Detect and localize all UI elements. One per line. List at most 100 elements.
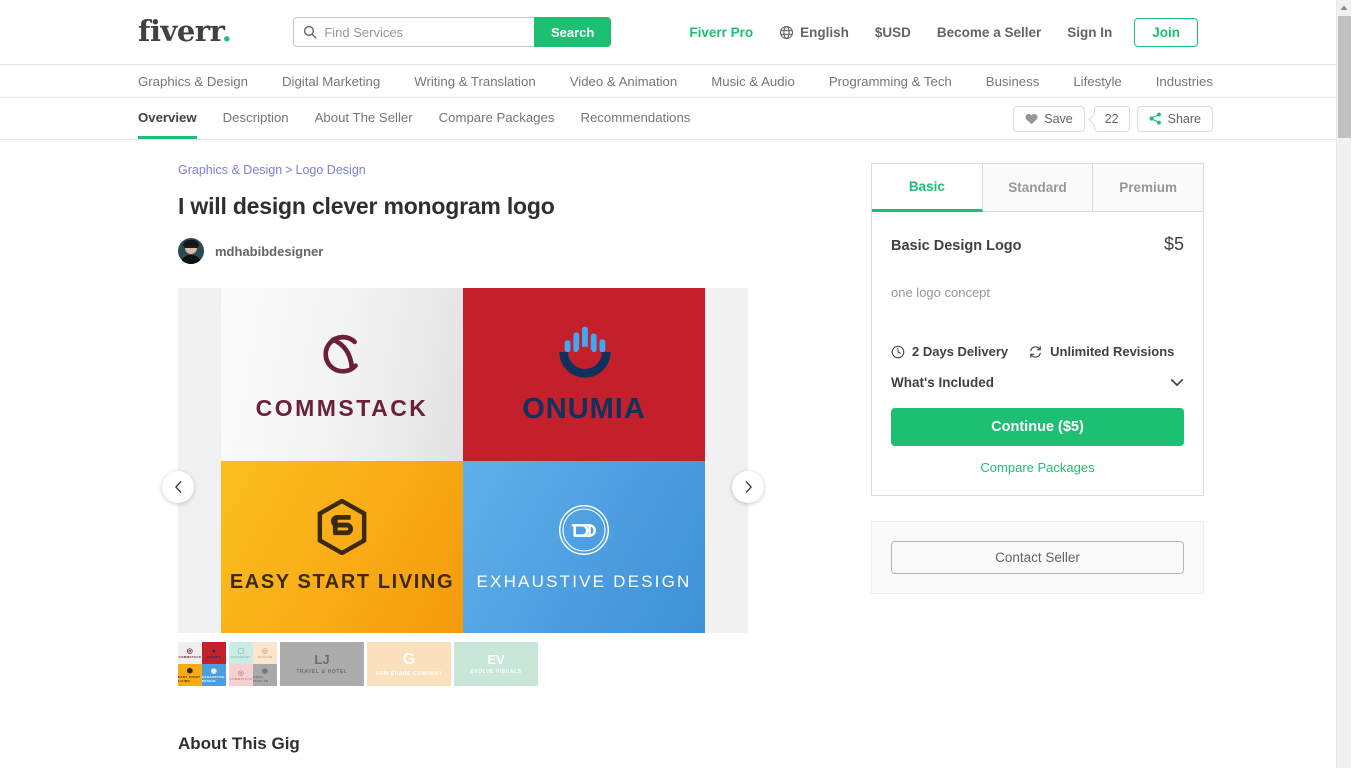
breadcrumb: Graphics & Design > Logo Design: [178, 163, 778, 177]
become-a-seller-link[interactable]: Become a Seller: [937, 25, 1041, 40]
breadcrumb-separator: >: [285, 163, 293, 177]
gallery-main-image[interactable]: COMMSTACK ONUMIA EASY START LIVING EXHAU…: [178, 288, 748, 633]
category-business[interactable]: Business: [986, 74, 1040, 89]
join-button[interactable]: Join: [1134, 17, 1198, 47]
whats-included-toggle[interactable]: What's Included: [891, 375, 1184, 390]
thumb-cell-label-0-1: ONUMIA: [206, 654, 222, 659]
thumb-mark: ◉: [261, 667, 269, 675]
share-label: Share: [1167, 111, 1201, 126]
thumb-mark: ◎: [186, 647, 194, 655]
thumbnail-2-content: LJ TRAVEL & HOTEL: [280, 642, 364, 686]
gallery-thumbnails: ◎ COMMSTACK ● ONUMIA ⬢ EASY START LIVING ◉ E…: [178, 642, 748, 686]
share-button[interactable]: Share: [1136, 105, 1213, 132]
package-card: Basic Standard Premium Basic Design Logo…: [871, 163, 1204, 496]
search-field[interactable]: [293, 17, 534, 47]
scrollbar-up-arrow[interactable]: [1337, 0, 1351, 15]
thumb-cell-label-0-3: EXHAUSTIVE DESIGN: [202, 674, 225, 683]
category-music-audio[interactable]: Music & Audio: [711, 74, 795, 89]
breadcrumb-item-1[interactable]: Logo Design: [296, 163, 366, 177]
sign-in-link[interactable]: Sign In: [1067, 25, 1112, 40]
collage-brand-3: EXHAUSTIVE DESIGN: [476, 571, 692, 591]
thumbnail-3[interactable]: G GEM SHARE COMPANY: [367, 642, 451, 686]
language-selector[interactable]: English: [779, 25, 849, 40]
fiverr-logo[interactable]: fiverr.: [138, 16, 232, 46]
tab-description[interactable]: Description: [223, 98, 289, 139]
thumb-mark: ◎: [261, 647, 269, 655]
exhaustive-design-monogram-icon: [558, 504, 610, 555]
scrollbar-thumb[interactable]: [1338, 16, 1351, 138]
header-actions: Fiverr Pro English $USD Become a Seller …: [663, 17, 1351, 47]
thumbnail-0[interactable]: ◎ COMMSTACK ● ONUMIA ⬢ EASY START LIVING ◉ E…: [178, 642, 226, 686]
globe-icon: [780, 25, 794, 39]
package-tab-standard[interactable]: Standard: [982, 164, 1094, 212]
thumb-cell-0-3: ◉ EXHAUSTIVE DESIGN: [202, 664, 226, 686]
avatar-body: [181, 255, 201, 264]
thumbnail-1[interactable]: ▢ INTERIORS ◎ RICCAM ◎ COMMSTACK ◉ OPEN TRAI…: [229, 642, 277, 686]
save-button[interactable]: Save: [1013, 105, 1085, 132]
gallery-next-button[interactable]: [732, 471, 764, 503]
main-content: Graphics & Design > Logo Design I will des…: [0, 140, 1351, 754]
category-programming-tech[interactable]: Programming & Tech: [829, 74, 952, 89]
collage-quadrant-exhaustive-design: EXHAUSTIVE DESIGN: [463, 460, 705, 633]
caret-up-icon: [1340, 5, 1348, 10]
tab-about-the-seller[interactable]: About The Seller: [315, 98, 413, 139]
gig-tab-bar: Overview Description About The Seller Co…: [0, 98, 1351, 140]
continue-button[interactable]: Continue ($5): [891, 408, 1184, 446]
revisions-label: Unlimited Revisions: [1050, 344, 1175, 359]
thumb-monogram: LJ: [314, 652, 330, 667]
thumb-mark: ◎: [237, 669, 245, 677]
page-scrollbar[interactable]: [1336, 0, 1351, 768]
category-writing-translation[interactable]: Writing & Translation: [414, 74, 535, 89]
collage-quadrant-onumia: ONUMIA: [463, 288, 705, 461]
thumb-cell-label-0-2: EASY START LIVING: [178, 674, 201, 683]
seller-name[interactable]: mdhabibdesigner: [215, 244, 323, 259]
search-button[interactable]: Search: [533, 17, 612, 47]
contact-seller-card: Contact Seller: [871, 521, 1204, 594]
thumb-cell-1-0: ▢ INTERIORS: [229, 642, 253, 664]
delivery-label: 2 Days Delivery: [912, 344, 1009, 359]
gig-gallery: COMMSTACK ONUMIA EASY START LIVING EXHAU…: [162, 288, 764, 686]
tab-recommendations[interactable]: Recommendations: [580, 98, 690, 139]
search-box: Search: [293, 17, 612, 47]
thumbnail-2[interactable]: LJ TRAVEL & HOTEL: [280, 642, 364, 686]
thumb-cell-label-1-2: COMMSTACK: [229, 676, 253, 681]
category-lifestyle[interactable]: Lifestyle: [1073, 74, 1121, 89]
category-digital-marketing[interactable]: Digital Marketing: [282, 74, 380, 89]
fiverr-gig-page: fiverr. Search Fiverr Pro English $USD B…: [0, 0, 1351, 768]
tab-compare-packages[interactable]: Compare Packages: [439, 98, 555, 139]
about-this-gig-heading: About This Gig: [178, 734, 300, 753]
site-header: fiverr. Search Fiverr Pro English $USD B…: [0, 0, 1351, 65]
gig-details-column: Graphics & Design > Logo Design I will des…: [162, 163, 778, 754]
avatar[interactable]: [178, 238, 204, 264]
package-tab-premium[interactable]: Premium: [1093, 164, 1204, 212]
thumb-cell-label-1-1: RICCAM: [257, 654, 273, 659]
category-graphics-design[interactable]: Graphics & Design: [138, 74, 248, 89]
package-tab-basic[interactable]: Basic: [872, 164, 983, 212]
breadcrumb-item-0[interactable]: Graphics & Design: [178, 163, 282, 177]
thumb-mark: ◉: [210, 667, 218, 675]
thumbnail-4-content: EV EVOLVE VISUALS: [454, 642, 538, 686]
clock-icon: [891, 345, 905, 358]
package-name: Basic Design Logo: [891, 238, 1022, 254]
seller-row: mdhabibdesigner: [178, 238, 778, 264]
thumbnail-3-label: GEM SHARE COMPANY: [375, 670, 443, 677]
gallery-prev-button[interactable]: [162, 471, 194, 503]
search-input[interactable]: [324, 24, 525, 40]
tab-overview[interactable]: Overview: [138, 98, 197, 139]
category-industries[interactable]: Industries: [1156, 74, 1213, 89]
fiverr-pro-link[interactable]: Fiverr Pro: [689, 25, 753, 40]
avatar-glasses: [184, 245, 198, 248]
category-video-animation[interactable]: Video & Animation: [570, 74, 678, 89]
package-body: Basic Design Logo $5 one logo concept 2 …: [872, 212, 1203, 495]
currency-selector[interactable]: $USD: [875, 25, 911, 40]
collage-brand-1: ONUMIA: [522, 392, 646, 425]
thumbnail-2-label: TRAVEL & HOTEL: [296, 669, 348, 675]
whats-included-label: What's Included: [891, 375, 994, 390]
thumb-cell-0-1: ● ONUMIA: [202, 642, 226, 664]
contact-seller-button[interactable]: Contact Seller: [891, 541, 1184, 574]
thumb-cell-0-0: ◎ COMMSTACK: [178, 642, 202, 664]
thumbnail-4[interactable]: EV EVOLVE VISUALS: [454, 642, 538, 686]
collage-quadrant-easy-start-living: EASY START LIVING: [221, 460, 463, 633]
compare-packages-link[interactable]: Compare Packages: [891, 460, 1184, 475]
thumbnail-3-content: G GEM SHARE COMPANY: [367, 642, 451, 686]
